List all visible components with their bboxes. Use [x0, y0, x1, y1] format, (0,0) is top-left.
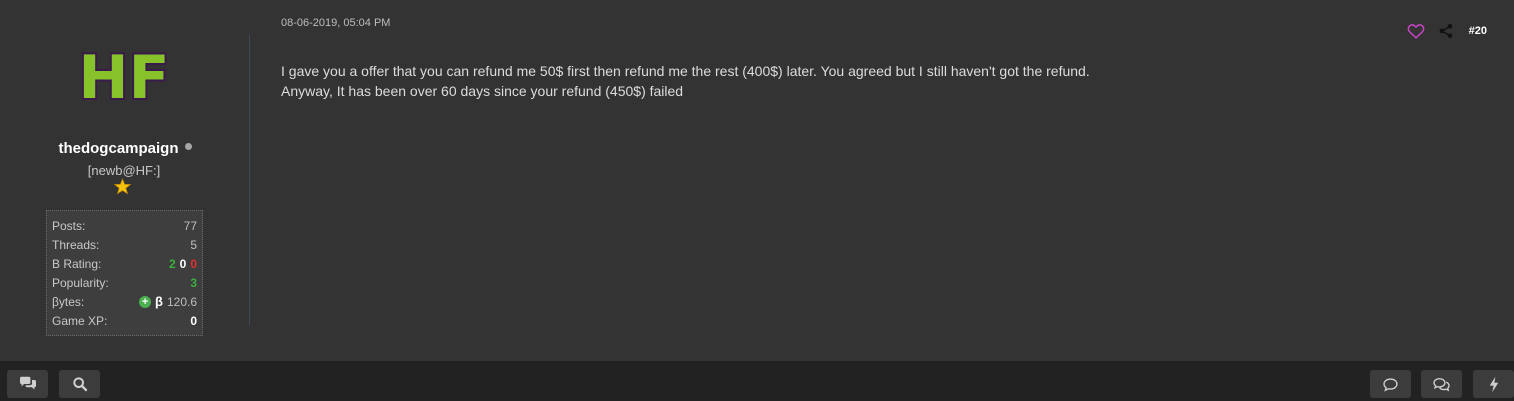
post-date: 08-06-2019, 05:04 PM — [281, 17, 391, 29]
rating-neutral: 0 — [179, 256, 187, 271]
username-link[interactable]: thedogcampaign — [58, 140, 178, 157]
stat-popularity: Popularity: 3 — [52, 273, 197, 292]
comment-icon — [1383, 377, 1398, 392]
conversations-button[interactable] — [1421, 370, 1462, 398]
gamexp-value: 0 — [190, 313, 197, 328]
share-icon[interactable] — [1437, 22, 1455, 40]
bytes-value: 120.6 — [166, 294, 197, 309]
avatar-text: HF — [78, 44, 169, 108]
post-actions: #20 — [1407, 22, 1487, 40]
rating-negative: 0 — [190, 256, 197, 271]
stat-label: B Rating: — [52, 256, 102, 271]
stat-posts: Posts: 77 — [52, 216, 197, 235]
popularity-value-link[interactable]: 3 — [190, 276, 197, 290]
comment-button[interactable] — [1370, 370, 1411, 398]
username-row: thedogcampaign — [0, 140, 250, 158]
rating-positive: 2 — [168, 256, 176, 271]
user-stats-box: Posts: 77 Threads: 5 B Rating: 2 0 0 Pop… — [46, 210, 203, 336]
conversations-icon — [1433, 377, 1450, 391]
activity-button[interactable] — [1473, 370, 1514, 398]
post-text-line: I gave you a offer that you can refund m… — [281, 63, 1090, 79]
posts-count-link[interactable]: 77 — [184, 219, 197, 233]
chat-button[interactable] — [7, 370, 48, 398]
stat-label: Popularity: — [52, 275, 109, 290]
forum-post: HF thedogcampaign [newb@HF:] Posts: 77 T… — [0, 0, 1514, 361]
stat-label: Posts: — [52, 218, 86, 233]
plus-icon[interactable]: + — [139, 295, 152, 308]
post-author-panel: HF thedogcampaign [newb@HF:] Posts: 77 T… — [0, 0, 250, 361]
stat-label: βytes: — [52, 294, 85, 309]
user-title: [newb@HF:] — [87, 163, 161, 178]
chat-bubbles-icon — [19, 376, 36, 390]
stat-rating: B Rating: 2 0 0 — [52, 254, 197, 273]
search-button[interactable] — [59, 370, 100, 398]
bytes-values: + β 120.6 — [139, 294, 197, 309]
avatar[interactable]: HF — [74, 44, 174, 108]
post-message: I gave you a offer that you can refund m… — [281, 61, 1090, 101]
search-icon — [72, 377, 87, 392]
column-divider — [249, 35, 250, 325]
bytes-symbol: β — [155, 294, 163, 309]
lightning-icon — [1489, 376, 1498, 392]
stat-label: Game XP: — [52, 313, 108, 328]
threads-count-link[interactable]: 5 — [190, 238, 197, 252]
post-text-line: Anyway, It has been over 60 days since y… — [281, 83, 684, 99]
star-icon — [114, 178, 131, 195]
rating-values[interactable]: 2 0 0 — [169, 257, 197, 271]
post-number-link[interactable]: #20 — [1469, 25, 1487, 37]
offline-status-icon — [184, 143, 192, 151]
stat-gamexp: Game XP: 0 — [52, 311, 197, 330]
heart-icon[interactable] — [1407, 22, 1425, 40]
stat-threads: Threads: 5 — [52, 235, 197, 254]
stat-label: Threads: — [52, 237, 100, 252]
bottom-toolbar — [0, 361, 1514, 401]
stat-bytes: βytes: + β 120.6 — [52, 292, 197, 311]
